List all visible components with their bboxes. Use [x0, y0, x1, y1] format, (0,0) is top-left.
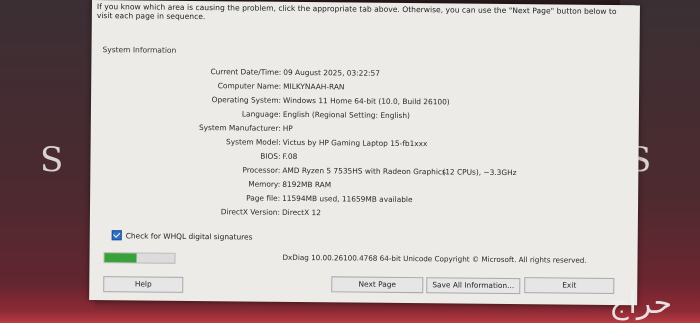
info-row-directx: DirectX Version: DirectX 12: [90, 206, 638, 223]
info-value: F.08: [282, 151, 298, 161]
info-value: 09 August 2025, 03:22:57: [283, 67, 381, 78]
info-label: Memory:: [248, 179, 281, 189]
info-label: BIOS:: [260, 151, 281, 161]
progress-fill: [104, 253, 137, 263]
dxdiag-window: If you know which area is causing the pr…: [89, 0, 640, 306]
info-value: AMD Ryzen 5 7535HS with Radeon Graphics: [282, 165, 446, 177]
info-value: Victus by HP Gaming Laptop 15-fb1xxx: [282, 137, 428, 149]
info-label: Operating System:: [211, 95, 282, 105]
whql-checkbox[interactable]: [111, 230, 122, 241]
info-label: DirectX Version:: [220, 207, 281, 217]
section-title: System Information: [102, 45, 177, 55]
system-info-table: Current Date/Time: 09 August 2025, 03:22…: [91, 66, 639, 217]
save-all-button[interactable]: Save All Information...: [426, 277, 521, 295]
info-label: System Model:: [226, 137, 281, 147]
info-extra: (12 CPUs), ~3.3GHz: [442, 167, 517, 178]
info-value: Windows 11 Home 64-bit (10.0, Build 2610…: [283, 95, 450, 107]
progress-bar: [103, 252, 176, 264]
info-label: Language:: [241, 109, 281, 119]
info-label: Page file:: [246, 193, 281, 203]
info-value: HP: [282, 123, 293, 133]
next-page-button[interactable]: Next Page: [331, 276, 424, 294]
info-label: Current Date/Time:: [210, 67, 282, 77]
info-value: 11594MB used, 11659MB available: [282, 193, 413, 205]
whql-check-option[interactable]: Check for WHQL digital signatures: [111, 230, 253, 242]
help-button[interactable]: Help: [103, 276, 184, 293]
info-value: DirectX 12: [281, 207, 321, 218]
watermark-logo: حراج: [609, 286, 674, 321]
info-label: Computer Name:: [217, 81, 282, 91]
wallpaper-letter-left: S: [40, 140, 64, 180]
copyright-text: DxDiag 10.00.26100.4768 64-bit Unicode C…: [282, 252, 587, 265]
intro-text: If you know which area is causing the pr…: [97, 2, 632, 25]
info-label: System Manufacturer:: [198, 123, 281, 133]
info-value: 8192MB RAM: [282, 179, 332, 190]
whql-checkbox-label: Check for WHQL digital signatures: [125, 230, 253, 242]
info-value: English (Regional Setting: English): [282, 109, 410, 121]
info-value: MILKYNAAH-RAN: [283, 81, 345, 92]
exit-button[interactable]: Exit: [524, 277, 615, 295]
info-label: Processor:: [242, 165, 281, 175]
